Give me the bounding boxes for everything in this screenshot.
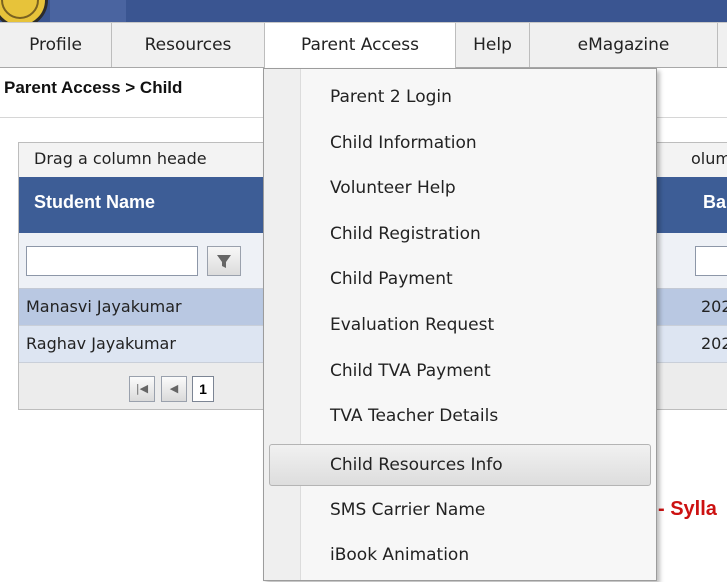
prev-page-icon: ◀ [169,382,179,395]
student-name-filter-input[interactable] [26,246,198,276]
menu-emagazine[interactable]: eMagazine [530,23,718,67]
group-hint: Drag a column heade [34,149,207,168]
column-header-student-name[interactable]: Student Name [34,192,155,213]
syllabus-notice: - Sylla [658,498,717,520]
batch-filter-input[interactable] [695,246,727,276]
menu-item-child-registration[interactable]: Child Registration [264,211,656,257]
menu-item-ibook-animation[interactable]: iBook Animation [264,532,656,578]
cell-student-name: Raghav Jayakumar [26,334,176,353]
first-page-button[interactable]: |◀ [129,376,155,402]
menu-item-label: Volunteer Help [330,178,456,198]
menu-item-sms-carrier-name[interactable]: SMS Carrier Name [264,487,656,533]
menu-item-label: Child Registration [330,224,481,244]
cell-batch: 202 [701,297,727,316]
menu-profile[interactable]: Profile [0,23,112,67]
menu-item-label: Child Information [330,133,477,153]
menu-item-label: TVA Teacher Details [330,406,499,426]
menu-item-label: SMS Carrier Name [330,500,486,520]
main-menubar: Profile Resources Parent Access Help eMa… [0,22,727,69]
menu-item-child-payment[interactable]: Child Payment [264,256,656,302]
menu-item-label: Evaluation Request [330,315,495,335]
group-hint-tail: olumn [691,149,727,168]
menu-item-child-resources-info[interactable]: Child Resources Info [269,444,651,486]
filter-icon [217,255,231,268]
top-banner [0,0,727,22]
menu-item-label: Child Resources Info [330,455,503,475]
current-page-number[interactable]: 1 [192,376,214,402]
menu-item-label: Parent 2 Login [330,87,452,107]
parent-access-dropdown: Parent 2 Login Child Information Volunte… [263,68,657,581]
prev-page-button[interactable]: ◀ [161,376,187,402]
menu-item-tva-teacher-details[interactable]: TVA Teacher Details [264,393,656,439]
cell-batch: 202 [701,334,727,353]
column-header-batch[interactable]: Ba [703,192,726,213]
menu-item-evaluation-request[interactable]: Evaluation Request [264,302,656,348]
site-logo [0,0,48,22]
menu-help[interactable]: Help [456,23,530,67]
menu-item-parent-2-login[interactable]: Parent 2 Login [264,74,656,120]
menu-item-label: iBook Animation [330,545,470,565]
menu-item-label: Child Payment [330,269,453,289]
menu-item-child-information[interactable]: Child Information [264,120,656,166]
menu-item-child-tva-payment[interactable]: Child TVA Payment [264,348,656,394]
breadcrumb: Parent Access > Child [4,78,183,97]
menu-parent-access[interactable]: Parent Access [264,23,456,69]
menu-item-label: Child TVA Payment [330,361,491,381]
banner-band [50,0,126,22]
cell-student-name: Manasvi Jayakumar [26,297,182,316]
menu-resources[interactable]: Resources [112,23,265,67]
menu-item-volunteer-help[interactable]: Volunteer Help [264,165,656,211]
filter-button[interactable] [207,246,241,276]
first-page-icon: |◀ [135,382,149,395]
